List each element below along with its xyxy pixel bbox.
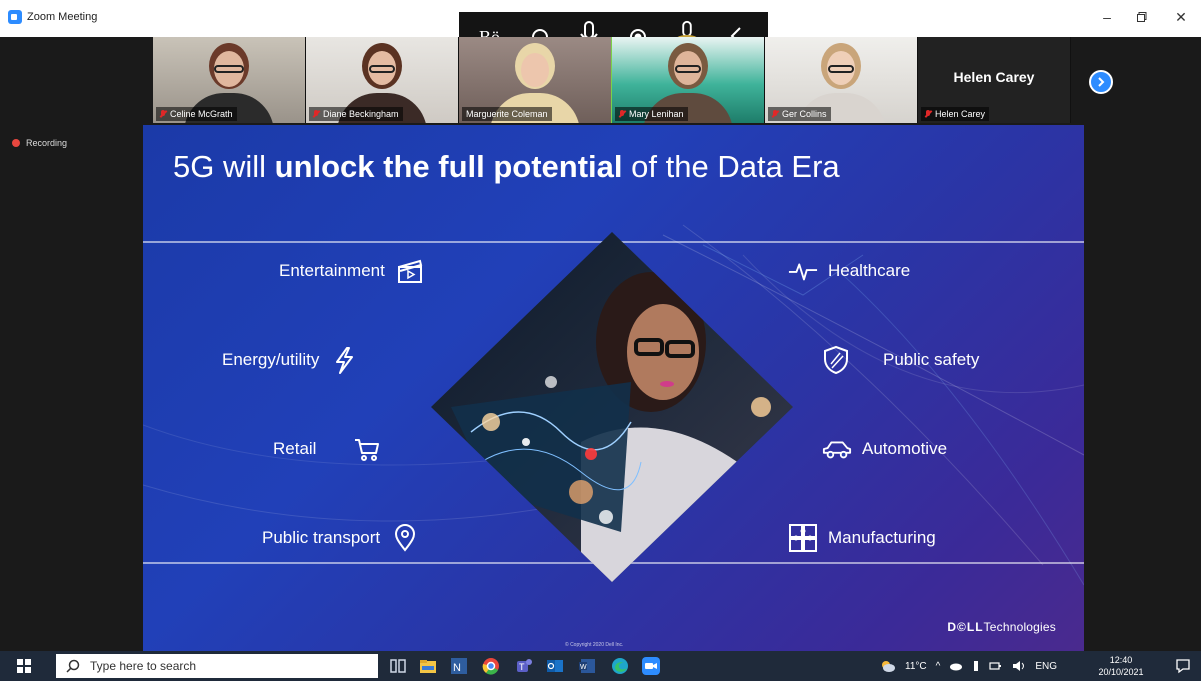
zoom-icon[interactable] (641, 656, 661, 676)
word-icon[interactable]: W (577, 656, 597, 676)
muted-mic-icon (313, 110, 320, 118)
window-title: Zoom Meeting (27, 11, 98, 23)
participant-strip: Celine McGrath Diane Beckingham Margueri… (153, 37, 1071, 123)
slide-title: 5G will unlock the full potential of the… (173, 149, 840, 184)
windows-start-icon[interactable] (17, 659, 31, 673)
chrome-icon[interactable] (481, 656, 501, 676)
participant-name: Marguerite Coleman (462, 107, 552, 121)
shared-screen-slide: 5G will unlock the full potential of the… (143, 125, 1084, 651)
participant-tile[interactable]: Diane Beckingham (306, 37, 459, 123)
usb-icon[interactable] (972, 660, 980, 672)
shield-icon (821, 345, 851, 375)
app-title: Zoom Meeting (8, 10, 97, 24)
lightning-icon (329, 345, 359, 375)
maximize-button[interactable] (1127, 6, 1157, 28)
participant-name: Mary Lenihan (615, 107, 688, 121)
file-explorer-icon[interactable] (418, 656, 438, 676)
participant-tile[interactable]: Celine McGrath (153, 37, 306, 123)
sector-manufacturing: Manufacturing (788, 523, 936, 553)
onedrive-cloud-icon[interactable] (949, 661, 963, 671)
svg-text:T: T (519, 662, 525, 672)
recording-label: Recording (26, 138, 68, 148)
clock-time: 12:40 (1109, 655, 1133, 665)
sector-entertainment: Entertainment (279, 256, 425, 286)
notification-center-icon[interactable] (1175, 658, 1191, 674)
sector-energy-utility: Energy/utility (222, 345, 359, 375)
next-page-button[interactable] (1089, 70, 1113, 94)
participant-display-name: Helen Carey (953, 69, 1035, 85)
svg-text:W: W (580, 664, 587, 671)
map-pin-icon (390, 523, 420, 553)
taskbar-search-box[interactable]: Type here to search (56, 654, 378, 678)
sector-healthcare: Healthcare (788, 256, 910, 286)
dell-technologies-logo: D©LLTechnologies (947, 620, 1056, 634)
chevron-right-icon (1098, 77, 1105, 87)
muted-mic-icon (772, 110, 779, 118)
teams-icon[interactable]: T (514, 656, 534, 676)
sector-retail: Retail (273, 434, 382, 464)
slide-copyright: © Copyright 2020 Dell Inc. (565, 642, 624, 648)
language-indicator[interactable]: ENG (1035, 661, 1057, 672)
chevron-up-icon[interactable]: ^ (936, 661, 941, 672)
maximize-icon (1137, 12, 1147, 22)
search-icon (66, 659, 80, 673)
windows-taskbar: Type here to search N T W 11°C ^ ENG 12:… (0, 651, 1201, 681)
woman-tablet-photo (431, 232, 793, 582)
svg-text:N: N (453, 662, 461, 674)
close-button[interactable]: ✕ (1166, 6, 1196, 28)
car-icon (822, 434, 852, 464)
participant-name: Diane Beckingham (309, 107, 403, 121)
system-tray: 11°C ^ ENG (880, 651, 1057, 681)
shopping-cart-icon (352, 434, 382, 464)
search-placeholder: Type here to search (90, 659, 197, 673)
participant-name: Ger Collins (768, 107, 831, 121)
outlook-icon[interactable] (545, 656, 565, 676)
volume-icon[interactable] (1012, 660, 1026, 672)
recording-indicator[interactable]: Recording (12, 138, 67, 148)
sector-public-safety: Public safety (821, 345, 979, 375)
participant-tile-no-video[interactable]: Helen Carey Helen Carey (918, 37, 1071, 123)
clapperboard-icon (395, 256, 425, 286)
sector-public-transport: Public transport (262, 523, 420, 553)
weather-temperature[interactable]: 11°C (905, 661, 927, 672)
muted-mic-icon (160, 110, 167, 118)
muted-mic-icon (925, 110, 932, 118)
clock-date: 20/10/2021 (1098, 667, 1144, 677)
participant-name: Celine McGrath (156, 107, 237, 121)
participant-tile[interactable]: Ger Collins (765, 37, 918, 123)
muted-mic-icon (619, 110, 626, 118)
minimize-button[interactable]: – (1092, 6, 1122, 28)
taskbar-clock[interactable]: 12:40 20/10/2021 (1097, 654, 1145, 678)
participant-tile[interactable]: Mary Lenihan (612, 37, 765, 123)
participant-tile-active-speaker[interactable]: Marguerite Coleman (459, 37, 612, 123)
project-icon[interactable]: N (449, 656, 469, 676)
task-view-icon[interactable] (388, 656, 408, 676)
zoom-logo-icon (8, 10, 22, 24)
heartbeat-icon (788, 256, 818, 286)
edge-icon[interactable] (610, 656, 630, 676)
puzzle-icon (788, 523, 818, 553)
sector-automotive: Automotive (822, 434, 947, 464)
weather-cloud-icon[interactable] (880, 659, 896, 673)
network-icon[interactable] (989, 661, 1003, 671)
recording-dot-icon (12, 139, 20, 147)
participant-name: Helen Carey (921, 107, 990, 121)
